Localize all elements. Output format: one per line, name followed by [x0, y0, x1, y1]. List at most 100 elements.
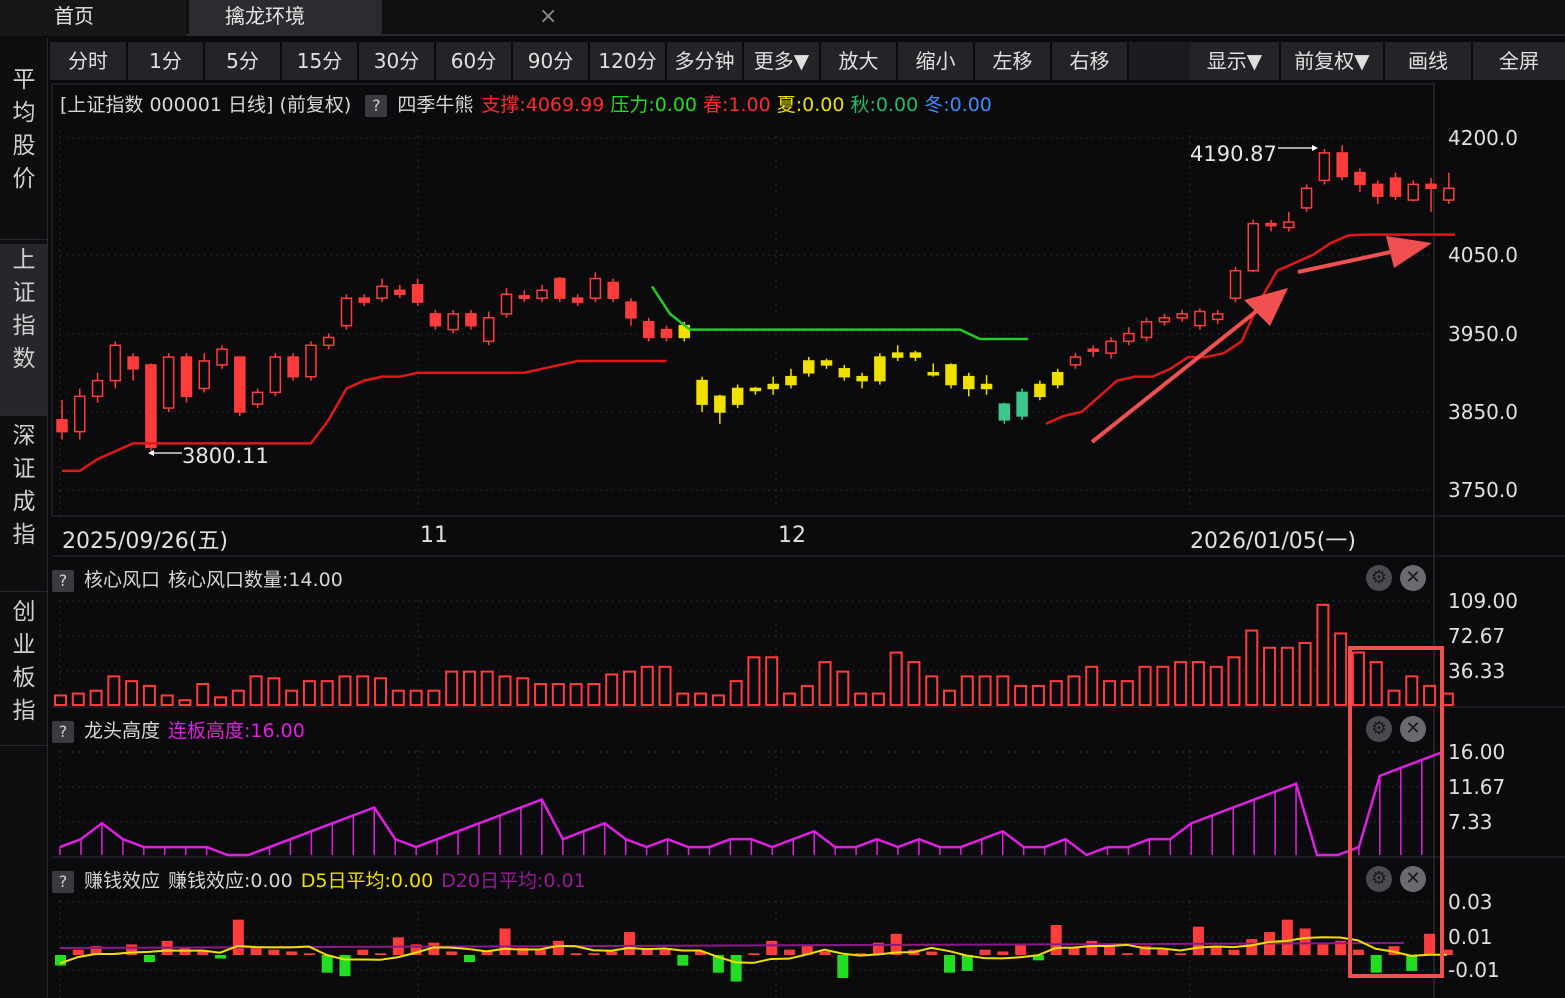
profit-effect-bar [766, 940, 778, 955]
candle-body [731, 387, 744, 405]
candle-body [909, 352, 922, 358]
core-wind-bar [640, 665, 654, 706]
profit-effect-bar [606, 951, 618, 955]
y-tick-label: 3750.0 [1448, 478, 1518, 502]
indicator-name: 四季牛熊 [397, 94, 474, 116]
candle-body [1425, 183, 1437, 190]
core-wind-bar [320, 680, 334, 706]
panel-leader-height-header: ? 龙头高度 连板高度:16.00 [52, 716, 305, 743]
main-panel-header: [上证指数 000001 日线] (前复权)? 四季牛熊 支撑:4069.99 压力:… [60, 90, 992, 117]
candle-body [109, 344, 122, 382]
candle-body [1123, 332, 1135, 343]
candle-body [767, 383, 779, 390]
chart-canvas[interactable] [0, 0, 1565, 998]
leader-height-line [59, 750, 1444, 857]
core-wind-bar [1423, 684, 1437, 706]
gear-icon[interactable]: ⚙ [1366, 565, 1392, 591]
core-wind-bar [160, 694, 174, 707]
candle-body [1016, 391, 1028, 417]
core-wind-bar [889, 651, 903, 707]
core-wind-bar [605, 673, 619, 707]
profit-effect-bar [997, 951, 1009, 955]
profit-effect-bar [1121, 953, 1133, 955]
candle-body [1176, 313, 1188, 319]
candle-body [74, 395, 86, 433]
candle-body [891, 352, 904, 358]
candle-body [1229, 269, 1242, 299]
candle-body [980, 383, 993, 390]
candle-body [625, 301, 637, 319]
profit-effect-bar [979, 949, 991, 955]
core-wind-bar [1191, 661, 1205, 706]
profit-effect-bar [1175, 953, 1187, 955]
help-icon[interactable]: ? [52, 871, 74, 893]
profit-effect-bar [1246, 939, 1258, 955]
candle-body [874, 356, 886, 382]
core-wind-bar [587, 683, 601, 706]
profit-effect-bar [1424, 933, 1436, 955]
winter-value: 冬:0.00 [924, 94, 992, 116]
profit-effect-bar [677, 955, 689, 966]
candle-body [1069, 356, 1082, 366]
candle-body [803, 360, 815, 374]
candle-body [180, 356, 193, 398]
close-icon[interactable]: ✕ [1400, 565, 1426, 591]
panel-value: 核心风口数量:14.00 [168, 569, 343, 591]
help-icon[interactable]: ? [52, 570, 74, 592]
core-wind-bar [1120, 680, 1134, 706]
candle-body [358, 297, 371, 303]
d5-average: D5日平均:0.00 [300, 870, 434, 892]
core-wind-bar [196, 683, 210, 706]
candle-body [500, 293, 513, 315]
candle-body [1194, 310, 1206, 327]
candle-body [1158, 317, 1171, 323]
y-tick-label: 0.03 [1448, 890, 1493, 914]
candle-body [998, 403, 1011, 421]
candle-body [1318, 152, 1331, 182]
core-wind-bar [54, 694, 67, 707]
core-wind-bar [498, 675, 512, 707]
core-wind-bar [1209, 665, 1223, 706]
profit-effect-bar [1317, 944, 1329, 955]
candle-body [216, 348, 228, 366]
profit-effect-bar [623, 932, 635, 955]
close-icon[interactable]: ✕ [1400, 866, 1426, 892]
candle-body [482, 317, 495, 343]
core-wind-bar [871, 692, 885, 707]
profit-effect-bar [944, 955, 955, 973]
core-wind-bar [1245, 629, 1259, 707]
candle-body [1407, 183, 1420, 201]
candle-body [696, 379, 708, 405]
core-wind-bar [267, 677, 281, 707]
core-wind-bar [907, 661, 921, 706]
core-wind-bar [1316, 603, 1330, 707]
candle-body [429, 313, 442, 327]
help-icon[interactable]: ? [52, 721, 74, 743]
candle-body [1283, 221, 1295, 229]
core-wind-bar [782, 692, 796, 707]
core-wind-bar [569, 683, 583, 706]
y-tick-label: 3850.0 [1448, 400, 1518, 424]
y-tick-label: 72.67 [1448, 624, 1506, 648]
core-wind-bar [1156, 665, 1170, 706]
profit-effect-bar [819, 951, 831, 955]
date-label: 2025/09/26(五) [62, 529, 228, 554]
candle-body [785, 375, 797, 386]
help-icon[interactable]: ? [365, 95, 388, 117]
gear-icon[interactable]: ⚙ [1366, 716, 1392, 742]
candle-body [447, 313, 459, 331]
core-wind-bar [676, 692, 690, 707]
profit-effect-bar [659, 949, 671, 955]
profit-effect-bar [286, 951, 298, 955]
core-wind-bar [1049, 680, 1063, 706]
close-icon[interactable]: ✕ [1400, 716, 1426, 742]
gear-icon[interactable]: ⚙ [1366, 866, 1392, 892]
high-marker-arrow [1312, 145, 1318, 151]
core-wind-bar [622, 670, 636, 707]
autumn-value: 秋:0.00 [850, 94, 919, 116]
profit-effect-bar [1228, 949, 1240, 955]
y-tick-label: 109.00 [1448, 589, 1518, 613]
profit-effect-bar [268, 949, 280, 955]
candle-body [714, 395, 726, 413]
candle-body [1051, 372, 1064, 386]
